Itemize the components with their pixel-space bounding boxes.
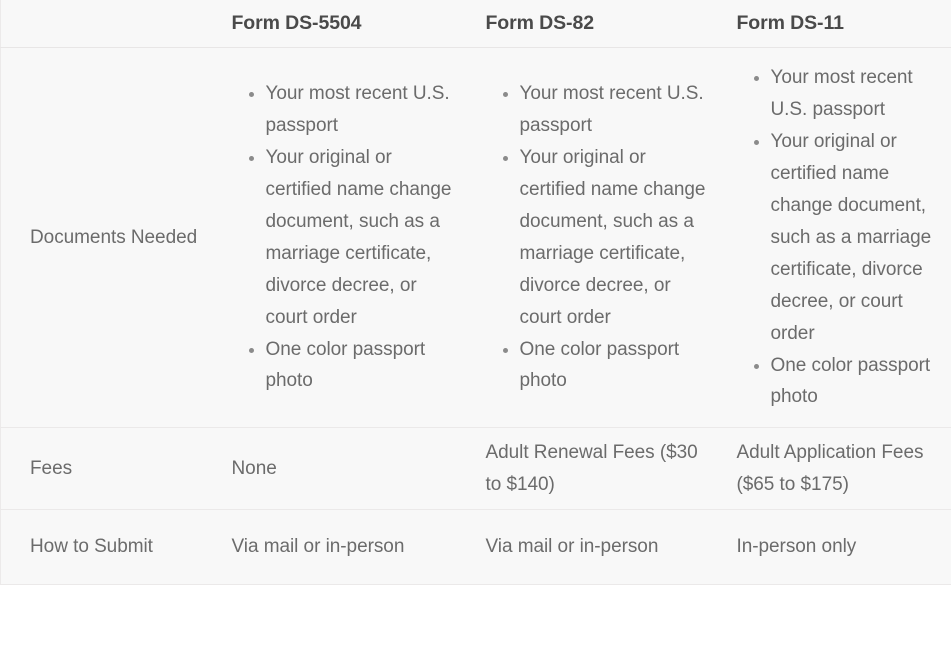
- cell-submit-ds-82: Via mail or in-person: [468, 509, 720, 586]
- document-list-ds-82: Your most recent U.S. passport Your orig…: [481, 78, 706, 397]
- list-item: One color passport photo: [753, 350, 938, 414]
- document-list-ds-5504: Your most recent U.S. passport Your orig…: [227, 78, 455, 397]
- list-item: One color passport photo: [502, 334, 706, 398]
- cell-fees-ds-82: Adult Renewal Fees ($30 to $140): [468, 427, 720, 511]
- cell-submit-ds-11: In-person only: [719, 509, 951, 586]
- column-header-label-blank: [0, 0, 215, 49]
- cell-documents-ds-5504: Your most recent U.S. passport Your orig…: [214, 47, 469, 429]
- row-label-fees: Fees: [0, 427, 215, 511]
- row-label-how-to-submit: How to Submit: [0, 509, 215, 586]
- list-item: Your most recent U.S. passport: [248, 78, 455, 142]
- row-label-documents-needed: Documents Needed: [0, 47, 215, 429]
- table-row-fees: Fees None Adult Renewal Fees ($30 to $14…: [0, 427, 951, 511]
- column-header-form-ds-11: Form DS-11: [719, 0, 951, 49]
- table-row-documents-needed: Documents Needed Your most recent U.S. p…: [0, 47, 951, 429]
- table-body: Documents Needed Your most recent U.S. p…: [0, 47, 951, 586]
- table-header-row: Form DS-5504 Form DS-82 Form DS-11: [0, 0, 951, 49]
- column-header-form-ds-82: Form DS-82: [468, 0, 720, 49]
- cell-fees-ds-11: Adult Application Fees ($65 to $175): [719, 427, 951, 511]
- passport-form-comparison-table: Form DS-5504 Form DS-82 Form DS-11 Docum…: [0, 0, 951, 586]
- table-header: Form DS-5504 Form DS-82 Form DS-11: [0, 0, 951, 49]
- cell-documents-ds-82: Your most recent U.S. passport Your orig…: [468, 47, 720, 429]
- table-row-how-to-submit: How to Submit Via mail or in-person Via …: [0, 509, 951, 586]
- list-item: Your most recent U.S. passport: [502, 78, 706, 142]
- cell-submit-ds-5504: Via mail or in-person: [214, 509, 469, 586]
- list-item: Your most recent U.S. passport: [753, 62, 938, 126]
- cell-fees-ds-5504: None: [214, 427, 469, 511]
- column-header-form-ds-5504: Form DS-5504: [214, 0, 469, 49]
- list-item: Your original or certified name change d…: [502, 142, 706, 333]
- list-item: Your original or certified name change d…: [753, 126, 938, 349]
- document-list-ds-11: Your most recent U.S. passport Your orig…: [732, 62, 938, 413]
- list-item: One color passport photo: [248, 334, 455, 398]
- cell-documents-ds-11: Your most recent U.S. passport Your orig…: [719, 47, 951, 429]
- list-item: Your original or certified name change d…: [248, 142, 455, 333]
